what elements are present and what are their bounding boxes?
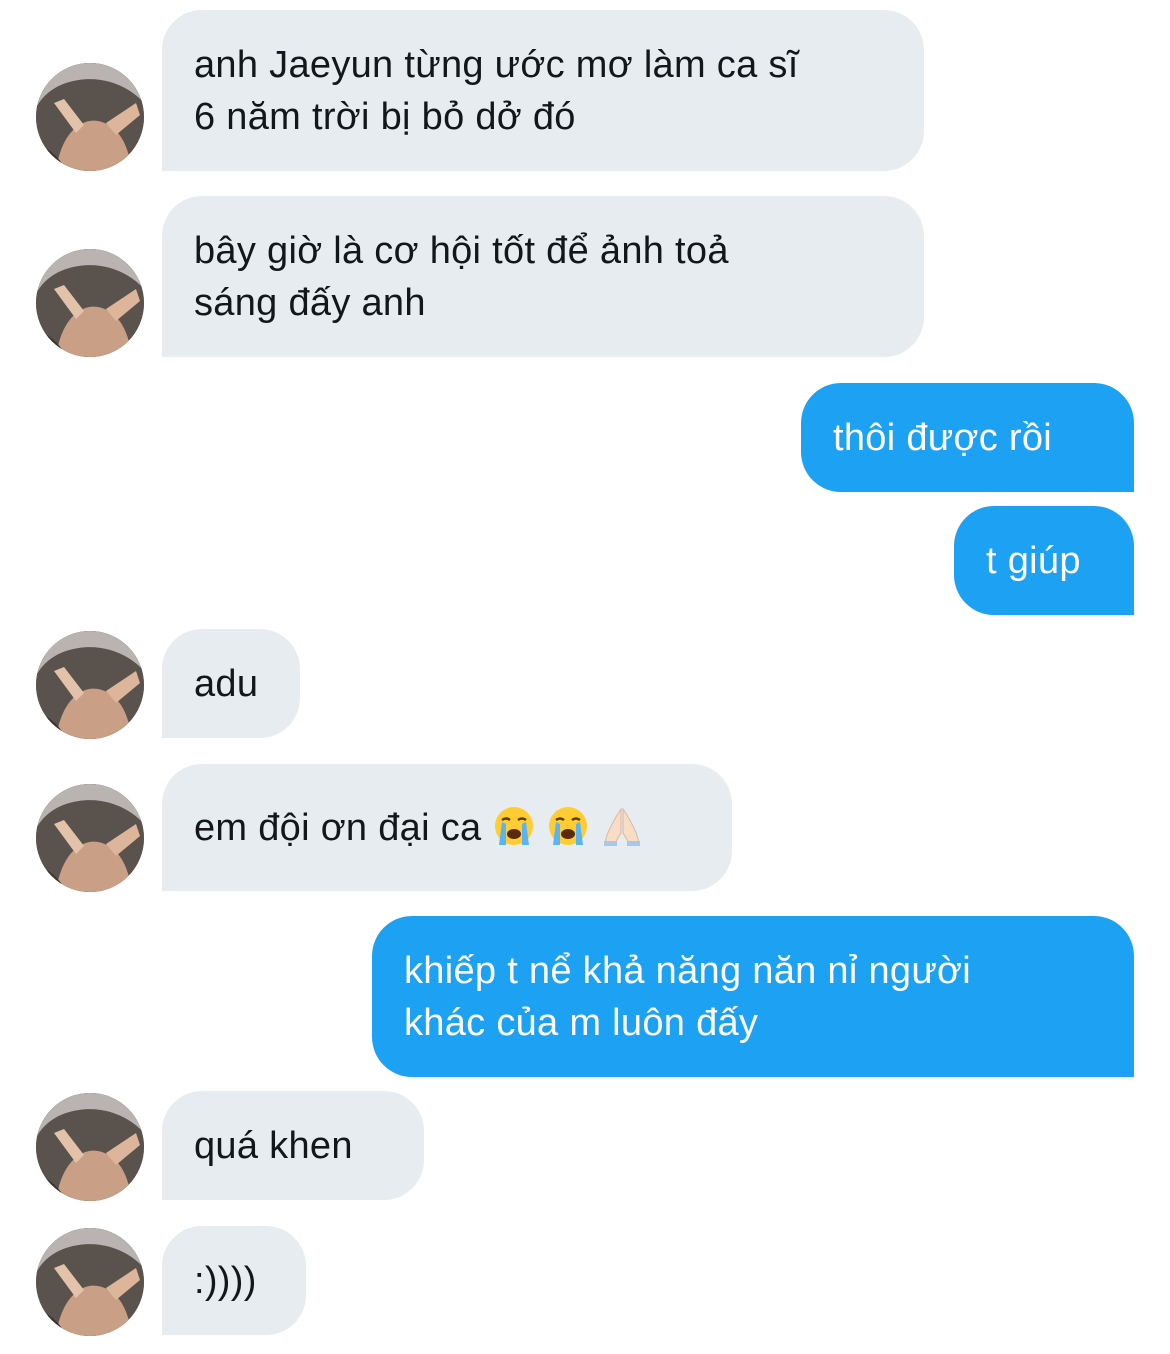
message-text-line: sáng đấy anh xyxy=(194,282,426,324)
avatar[interactable] xyxy=(36,784,144,892)
avatar-photo-icon xyxy=(36,1093,144,1201)
message-text-line: t giúp xyxy=(986,540,1081,582)
message-text-line: quá khen xyxy=(194,1125,353,1167)
message-bubble-outgoing[interactable]: t giúp xyxy=(954,506,1134,615)
message-bubble-outgoing[interactable]: thôi được rồi xyxy=(801,383,1134,492)
message-text-line: khác của m luôn đấy xyxy=(404,1002,759,1044)
avatar[interactable] xyxy=(36,1228,144,1336)
message-bubble-incoming[interactable]: adu xyxy=(162,629,300,738)
message-text-line: 6 năm trời bị bỏ dở đó xyxy=(194,96,576,138)
message-bubble-incoming[interactable]: em đội ơn đại ca xyxy=(162,764,732,891)
avatar-photo-icon xyxy=(36,784,144,892)
message-bubble-incoming[interactable]: anh Jaeyun từng ước mơ làm ca sĩ 6 năm t… xyxy=(162,10,924,171)
avatar[interactable] xyxy=(36,63,144,171)
message-text-line: thôi được rồi xyxy=(833,417,1053,459)
loudly-crying-face-icon xyxy=(549,807,588,845)
message-text-line: khiếp t nể khả năng năn nỉ người xyxy=(404,950,972,992)
message-text-line: anh Jaeyun từng ước mơ làm ca sĩ xyxy=(194,44,799,86)
loudly-crying-face-icon xyxy=(495,807,534,845)
message-bubble-incoming[interactable]: bây giờ là cơ hội tốt để ảnh toả sáng đấ… xyxy=(162,196,924,357)
avatar[interactable] xyxy=(36,249,144,357)
message-text-line: em đội ơn đại ca xyxy=(194,807,482,849)
avatar[interactable] xyxy=(36,1093,144,1201)
message-text-line: bây giờ là cơ hội tốt để ảnh toả xyxy=(194,230,729,272)
message-text-line: :)))) xyxy=(194,1260,257,1302)
avatar-photo-icon xyxy=(36,631,144,739)
message-bubble-incoming[interactable]: quá khen xyxy=(162,1091,424,1200)
avatar-photo-icon xyxy=(36,1228,144,1336)
avatar[interactable] xyxy=(36,631,144,739)
folded-hands-icon xyxy=(604,807,641,846)
message-bubble-incoming[interactable]: :)))) xyxy=(162,1226,306,1335)
message-bubble-outgoing[interactable]: khiếp t nể khả năng năn nỉ người khác củ… xyxy=(372,916,1134,1077)
avatar-photo-icon xyxy=(36,63,144,171)
message-text-line: adu xyxy=(194,663,259,705)
avatar-photo-icon xyxy=(36,249,144,357)
